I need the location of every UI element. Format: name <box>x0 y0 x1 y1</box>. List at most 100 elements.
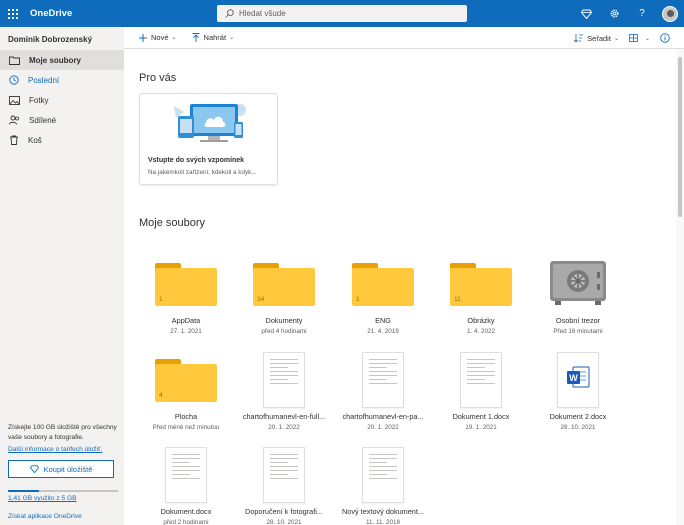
sidebar-item-label: Moje soubory <box>29 55 82 65</box>
file-name: Dokument 2.docx <box>549 412 607 421</box>
file-tile[interactable]: Dokument.docx před 2 hodinami <box>138 441 234 525</box>
file-modified-date: 28. 10. 2021 <box>266 519 302 525</box>
upload-label: Nahrát <box>203 33 227 42</box>
storage-progress-fill <box>8 490 39 492</box>
sidebar-item-label: Fotky <box>29 95 49 105</box>
chevron-down-icon: ⌄ <box>613 35 619 42</box>
sidebar-item-my-files[interactable]: Moje soubory <box>0 50 124 70</box>
file-modified-date: 1. 4. 2022 <box>466 328 495 335</box>
card-title: Vstupte do svých vzpomínek <box>148 157 245 164</box>
folder-tile[interactable]: 1 ENG 21. 4. 2019 <box>335 250 431 346</box>
tile-thumbnail <box>348 346 418 408</box>
folder-tile[interactable]: 34 Dokumenty před 4 hodinami <box>236 250 332 346</box>
new-button[interactable]: Nové ⌄ <box>139 33 177 42</box>
tile-thumbnail: W <box>543 346 613 408</box>
vertical-scrollbar[interactable] <box>676 49 684 525</box>
file-name: chartofhumanevl-en-full... <box>242 412 326 421</box>
search-input[interactable]: Hledat všude <box>217 5 467 22</box>
buy-storage-label: Koupit úložiště <box>43 464 93 474</box>
file-name: Dokument.docx <box>160 507 212 516</box>
sort-icon <box>574 34 584 42</box>
photo-icon <box>9 95 20 105</box>
file-name: AppData <box>171 316 201 325</box>
file-tile[interactable]: chartofhumanevl-en-full... 20. 1. 2022 <box>236 346 332 442</box>
tile-thumbnail: 11 <box>446 250 516 312</box>
settings-gear-icon[interactable] <box>600 0 628 27</box>
help-icon[interactable]: ? <box>628 0 656 27</box>
storage-usage-link[interactable]: 1,41 GB využito z 5 GB <box>8 495 77 502</box>
folder-tile[interactable]: 11 Obrázky 1. 4. 2022 <box>433 250 529 346</box>
my-files-heading: Moje soubory <box>139 217 206 229</box>
folder-icon: 34 <box>253 263 315 306</box>
folder-icon <box>9 56 20 65</box>
sidebar-item-photos[interactable]: Fotky <box>0 90 124 110</box>
get-apps-link[interactable]: Získat aplikace OneDrive <box>8 513 82 520</box>
sidebar-item-shared[interactable]: Sdílené <box>0 110 124 130</box>
document-preview-icon <box>263 447 305 503</box>
main-content: Pro vás Vstupte do svých vzpomínek Na ja… <box>124 49 676 525</box>
folder-tile[interactable]: 4 Plocha Před méně než minutou <box>138 346 234 442</box>
tile-thumbnail <box>348 441 418 503</box>
folder-icon: 1 <box>155 263 217 306</box>
app-launcher-icon[interactable] <box>0 0 26 27</box>
document-preview-icon <box>460 352 502 408</box>
premium-diamond-icon[interactable] <box>572 0 600 27</box>
file-modified-date: Před méně než minutou <box>152 424 220 431</box>
sidebar: Dominik Dobrozenský Moje soubory Posledn… <box>0 27 124 525</box>
sidebar-item-recycle-bin[interactable]: Koš <box>0 130 124 150</box>
user-name: Dominik Dobrozenský <box>8 35 93 44</box>
app-title[interactable]: OneDrive <box>30 8 72 19</box>
view-options-button[interactable]: ⌄ <box>629 34 650 42</box>
folder-item-count: 34 <box>257 296 265 303</box>
storage-plans-link[interactable]: Další informace o tarifech úložiť. <box>8 446 102 453</box>
folder-icon: 4 <box>155 359 217 402</box>
file-modified-date: 19. 1. 2021 <box>465 424 497 431</box>
document-preview-icon <box>263 352 305 408</box>
avatar[interactable] <box>662 5 678 22</box>
tile-thumbnail: 4 <box>151 346 221 408</box>
file-tile[interactable]: Doporučení k fotografi... 28. 10. 2021 <box>236 441 332 525</box>
buy-storage-button[interactable]: Koupit úložiště <box>8 460 114 478</box>
file-modified-date: 28. 10. 2021 <box>560 424 596 431</box>
memories-card[interactable]: Vstupte do svých vzpomínek Na jakémkoli … <box>139 93 278 185</box>
upload-button[interactable]: Nahrát ⌄ <box>192 33 234 42</box>
sidebar-item-recent[interactable]: Poslední <box>0 70 124 90</box>
document-preview-icon <box>165 447 207 503</box>
clock-icon <box>9 75 19 85</box>
sort-button[interactable]: Seřadit ⌄ <box>574 34 619 43</box>
file-name: Osobní trezor <box>555 316 601 325</box>
file-tile[interactable]: Dokument 1.docx 19. 1. 2021 <box>433 346 529 442</box>
file-tile[interactable]: W Dokument 2.docx 28. 10. 2021 <box>530 346 626 442</box>
search-placeholder: Hledat všude <box>239 9 286 18</box>
sidebar-item-label: Koš <box>28 135 42 145</box>
file-tile[interactable]: chartofhumanevl-en-pa... 20. 1. 2022 <box>335 346 431 442</box>
file-modified-date: 11. 11. 2018 <box>365 519 401 525</box>
info-icon <box>660 33 670 43</box>
folder-icon: 1 <box>352 263 414 306</box>
file-name: Plocha <box>174 412 198 421</box>
file-modified-date: 21. 4. 2019 <box>367 328 399 335</box>
file-name: Dokumenty <box>265 316 303 325</box>
sidebar-nav: Moje soubory Poslední Fotky Sdílené Koš <box>0 50 124 150</box>
document-preview-icon <box>362 352 404 408</box>
personal-vault-tile[interactable]: Osobní trezor Před 16 minutami <box>530 250 626 346</box>
tile-thumbnail <box>151 441 221 503</box>
command-bar: Nové ⌄ Nahrát ⌄ Seřadit ⌄ ⌄ <box>124 27 684 49</box>
tile-thumbnail: 34 <box>249 250 319 312</box>
card-subtitle: Na jakémkoli zařízení, kdekoli a kdyk... <box>148 169 257 176</box>
for-you-heading: Pro vás <box>139 72 177 84</box>
file-name: chartofhumanevl-en-pa... <box>342 412 424 421</box>
file-tile[interactable]: Nový textový dokument... 11. 11. 2018 <box>335 441 431 525</box>
tile-thumbnail <box>249 441 319 503</box>
folder-tile[interactable]: 1 AppData 27. 1. 2021 <box>138 250 234 346</box>
file-modified-date: 20. 1. 2022 <box>367 424 399 431</box>
tile-thumbnail <box>446 346 516 408</box>
sort-label: Seřadit <box>587 33 611 43</box>
file-name: ENG <box>375 316 391 325</box>
tile-thumbnail <box>249 346 319 408</box>
storage-promo-text: Získejte 100 GB úložiště pro všechny vaš… <box>8 424 117 441</box>
details-pane-button[interactable] <box>660 33 674 43</box>
storage-progress-bar <box>8 490 118 492</box>
scrollbar-thumb[interactable] <box>678 57 682 217</box>
file-modified-date: před 2 hodinami <box>163 519 209 525</box>
